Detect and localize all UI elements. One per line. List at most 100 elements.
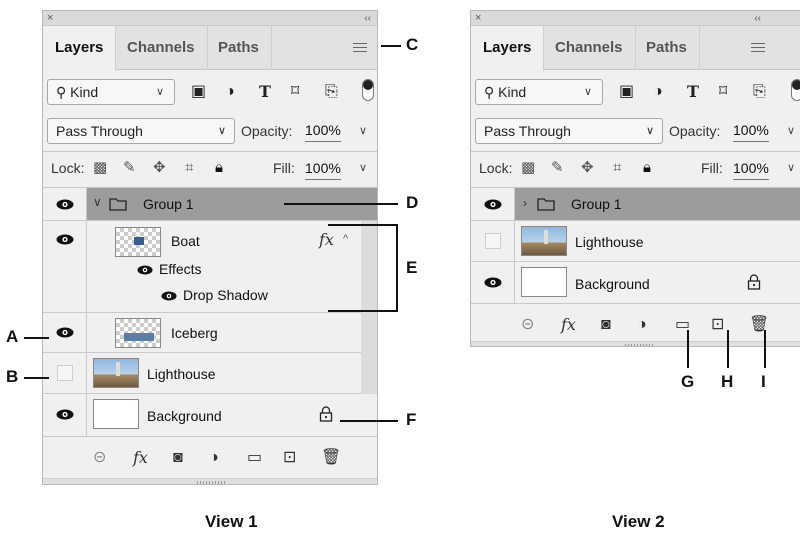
lock-move-icon[interactable]: ✥	[153, 158, 166, 178]
eye-icon[interactable]	[484, 199, 502, 210]
filter-toggle-switch[interactable]	[791, 79, 800, 101]
adjustment-filter-icon[interactable]: ◑	[653, 82, 663, 102]
lock-all-icon[interactable]: 🔒︎	[215, 158, 223, 178]
new-layer-icon[interactable]: ⊡	[283, 449, 296, 467]
callout-f: F	[406, 410, 417, 429]
add-layer-style-icon[interactable]: fx	[561, 316, 576, 334]
panel-menu-icon[interactable]	[751, 43, 765, 53]
chevron-up-icon[interactable]: ^	[343, 233, 348, 245]
layer-row-background[interactable]: Background	[471, 262, 800, 304]
eye-icon[interactable]	[56, 199, 74, 210]
visibility-checkbox[interactable]	[57, 365, 73, 381]
lock-brush-icon[interactable]: ✎	[551, 158, 564, 178]
new-layer-icon[interactable]: ⊡	[711, 316, 724, 334]
pixel-filter-icon[interactable]: ▣	[619, 82, 634, 102]
layer-row-boat[interactable]: Boat fx ^ Effects Drop Shadow	[43, 221, 377, 313]
collapse-icon[interactable]: ‹‹	[364, 11, 371, 26]
opacity-label: Opacity:	[241, 123, 293, 139]
eye-icon[interactable]	[484, 277, 502, 288]
callout-c: C	[406, 35, 419, 54]
add-mask-icon[interactable]: ◙	[173, 449, 183, 467]
shape-filter-icon[interactable]: ⌑	[719, 82, 727, 102]
eye-icon[interactable]	[56, 327, 74, 338]
delete-layer-icon[interactable]: 🗑︎	[749, 316, 769, 334]
callout-line	[687, 330, 689, 368]
panel-menu-icon[interactable]	[353, 43, 367, 53]
opacity-input[interactable]: 100%	[733, 119, 769, 142]
tab-paths[interactable]: Paths	[634, 26, 700, 70]
filter-toggle-switch[interactable]	[362, 79, 374, 101]
chevron-right-icon[interactable]: ›	[523, 196, 527, 210]
smart-object-filter-icon[interactable]: ⎘	[325, 82, 338, 102]
lock-brush-icon[interactable]: ✎	[123, 158, 136, 178]
layer-name: Group 1	[571, 196, 622, 212]
adjustment-filter-icon[interactable]: ◑	[225, 82, 235, 102]
layer-row-group[interactable]: › Group 1	[471, 188, 800, 221]
add-layer-style-icon[interactable]: fx	[133, 449, 148, 467]
smart-object-filter-icon[interactable]: ⎘	[753, 82, 766, 102]
chevron-down-icon[interactable]: ∨	[359, 118, 367, 144]
visibility-cell	[43, 188, 87, 220]
panel-tabs: Layers Channels Paths	[471, 26, 800, 71]
link-layers-icon[interactable]: ⊝	[521, 316, 534, 334]
new-group-icon[interactable]: ▭	[247, 449, 262, 467]
eye-icon[interactable]	[56, 409, 74, 420]
close-icon[interactable]: ×	[475, 11, 481, 26]
panel-tabs: Layers Channels Paths	[43, 26, 377, 71]
chevron-down-icon[interactable]: ∨	[787, 155, 795, 181]
effects-label: Effects	[159, 261, 202, 277]
delete-layer-icon[interactable]: 🗑︎	[321, 449, 341, 467]
tab-channels[interactable]: Channels	[543, 26, 636, 70]
lock-icon	[319, 406, 333, 422]
fill-input[interactable]: 100%	[305, 157, 341, 180]
new-adjustment-layer-icon[interactable]: ◑	[209, 449, 219, 467]
caption-view2: View 2	[612, 512, 665, 531]
lock-artboard-icon[interactable]: ⌗	[185, 158, 193, 178]
visibility-checkbox[interactable]	[485, 233, 501, 249]
tab-paths[interactable]: Paths	[206, 26, 272, 70]
callout-line	[381, 45, 401, 47]
fx-icon[interactable]: fx	[319, 230, 334, 249]
lock-move-icon[interactable]: ✥	[581, 158, 594, 178]
layer-row-background[interactable]: Background	[43, 394, 377, 436]
eye-icon[interactable]	[56, 234, 74, 245]
layer-thumbnail	[115, 318, 161, 348]
collapse-icon[interactable]: ‹‹	[754, 11, 761, 26]
tab-layers[interactable]: Layers	[43, 26, 117, 71]
chevron-down-icon[interactable]: ∨	[359, 155, 367, 181]
pixel-filter-icon[interactable]: ▣	[191, 82, 206, 102]
layer-thumbnail	[521, 267, 567, 297]
lock-transparent-icon[interactable]: ▩	[93, 158, 107, 178]
close-icon[interactable]: ×	[47, 11, 53, 26]
kind-filter-select[interactable]: ⚲ Kind ∨	[47, 79, 175, 105]
opacity-input[interactable]: 100%	[305, 119, 341, 142]
layers-scrollbar[interactable]	[361, 221, 377, 394]
drop-shadow-label: Drop Shadow	[183, 287, 268, 303]
panel-resize-grip[interactable]	[43, 478, 377, 484]
panel-resize-grip[interactable]	[471, 341, 800, 346]
lock-artboard-icon[interactable]: ⌗	[613, 158, 621, 178]
type-filter-icon[interactable]: T	[687, 82, 699, 102]
lock-transparent-icon[interactable]: ▩	[521, 158, 535, 178]
add-mask-icon[interactable]: ◙	[601, 316, 611, 334]
lock-all-icon[interactable]: 🔒︎	[643, 158, 651, 178]
fill-input[interactable]: 100%	[733, 157, 769, 180]
chevron-down-icon: ∨	[155, 86, 164, 98]
shape-filter-icon[interactable]: ⌑	[291, 82, 299, 102]
link-layers-icon[interactable]: ⊝	[93, 449, 106, 467]
kind-filter-select[interactable]: ⚲ Kind ∨	[475, 79, 603, 105]
layer-row-iceberg[interactable]: Iceberg	[43, 313, 377, 353]
chevron-down-icon[interactable]: ∨	[787, 118, 795, 144]
layer-row-lighthouse[interactable]: Lighthouse	[43, 353, 377, 394]
tab-layers[interactable]: Layers	[471, 26, 545, 71]
layer-row-lighthouse[interactable]: Lighthouse	[471, 221, 800, 262]
tab-channels[interactable]: Channels	[115, 26, 208, 70]
chevron-down-icon[interactable]: ∨	[93, 195, 102, 209]
eye-icon[interactable]	[137, 265, 153, 275]
folder-icon	[537, 198, 555, 211]
blend-mode-select[interactable]: Pass Through ∨	[47, 118, 235, 144]
blend-mode-select[interactable]: Pass Through ∨	[475, 118, 663, 144]
eye-icon[interactable]	[161, 291, 177, 301]
new-adjustment-layer-icon[interactable]: ◑	[637, 316, 647, 334]
type-filter-icon[interactable]: T	[259, 82, 271, 102]
